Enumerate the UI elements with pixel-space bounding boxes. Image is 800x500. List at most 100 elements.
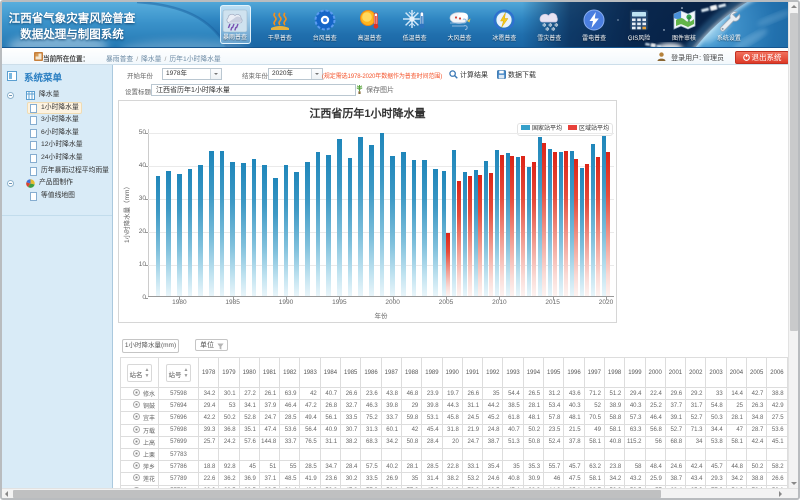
station-name-cell[interactable]: 万载 [121,424,159,436]
breadcrumb-item[interactable]: 降水量 [141,56,161,63]
calc-result-button[interactable]: 计算结果 [449,70,488,80]
tree-item-label[interactable]: 24小时降水量 [41,152,83,165]
nav-item-7[interactable]: 冰雹普查 [489,5,520,44]
table-header-cell[interactable]: 2003 [706,358,726,388]
logout-button[interactable]: 退出系统 [735,51,789,64]
table-row[interactable]: 莲花5778922.636.236.937.148.541.923.630.23… [121,473,794,485]
tree-item[interactable]: 6小时降水量 [2,127,113,140]
table-header-cell[interactable]: 1989 [422,358,442,388]
end-year-select[interactable]: 2020年 [268,68,323,80]
tree-item-label[interactable]: 3小时降水量 [41,114,79,127]
table-header-cell[interactable]: 1998 [604,358,624,388]
row-expand-icon[interactable] [133,438,140,445]
nav-item-2[interactable]: 干旱普查 [264,5,295,44]
horizontal-scrollbar[interactable] [2,488,798,498]
table-header-cell[interactable]: 1981 [259,358,279,388]
tree-item[interactable]: 1小时降水量 [2,102,113,115]
tree-item-label[interactable]: 12小时降水量 [41,139,83,152]
tree-item[interactable]: 24小时降水量 [2,152,113,165]
nav-item-3[interactable]: 台风普查 [309,5,340,44]
table-row[interactable]: 宜丰5769642.250.252.824.728.549.456.133.57… [121,412,794,424]
row-expand-icon[interactable] [133,401,140,408]
horizontal-scrollbar-thumb[interactable] [13,490,661,498]
row-expand-icon[interactable] [133,462,140,469]
tree-item[interactable]: 历年暴雨过程平均雨量 [2,165,113,178]
table-header-cell[interactable]: 2004 [726,358,746,388]
nav-item-6[interactable]: 大风普查 [444,5,475,44]
tree-item-label[interactable]: 等值线地图 [41,190,75,203]
tree-item-label[interactable]: 6小时降水量 [41,127,79,140]
breadcrumb-item[interactable]: 暴雨普查 [106,56,133,63]
chart-title-input[interactable]: 江西省历年1小时降水量 [151,84,356,96]
table-row[interactable]: 万载5769839.336.835.147.453.656.440.930.73… [121,424,794,436]
table-header-cell[interactable]: 1979 [219,358,239,388]
table-header-cell[interactable]: 站名▲▼ [121,358,159,388]
table-header-cell[interactable]: 1994 [523,358,543,388]
table-row[interactable]: 修水5759834.230.127.226.163.94240.726.623.… [121,388,794,400]
station-name-cell[interactable]: 莲花 [121,473,159,485]
table-header-cell[interactable]: 1993 [503,358,523,388]
tree-toggle-icon[interactable] [7,92,14,99]
nav-item-5[interactable]: 低温普查 [399,5,430,44]
breadcrumb-item[interactable]: 历年1小时降水量 [169,56,220,63]
table-row[interactable]: 上栗57783 [121,448,794,460]
tree-parent-label[interactable]: 产品图制作 [39,177,73,190]
tree-parent[interactable]: 降水量 [2,89,113,102]
nav-item-10[interactable]: GIS风险 [624,5,655,44]
tree-parent[interactable]: 产品图制作 [2,177,113,190]
table-header-cell[interactable]: 2006 [767,358,787,388]
tree-item-label[interactable]: 1小时降水量 [41,102,79,115]
table-header-cell[interactable]: 1980 [239,358,259,388]
scroll-right-icon[interactable] [779,491,782,497]
table-header-cell[interactable]: 1985 [341,358,361,388]
nav-item-8[interactable]: ❄❄❄❄❄雪灾普查 [534,5,565,44]
station-name-cell[interactable]: 上栗 [121,448,159,460]
nav-item-12[interactable]: 系统设置 [713,5,744,44]
tree-toggle-icon[interactable] [7,180,14,187]
table-header-cell[interactable]: 1990 [442,358,462,388]
tree-parent-label[interactable]: 降水量 [39,89,59,102]
nav-item-9[interactable]: 雷电普查 [579,5,610,44]
tree-item[interactable]: 3小时降水量 [2,114,113,127]
tree-item[interactable]: 等值线地图 [2,190,113,203]
nav-item-4[interactable]: 高温普查 [354,5,385,44]
unit-filter-dropdown[interactable]: 单位 - [195,339,228,351]
table-header-cell[interactable]: 1997 [584,358,604,388]
vertical-scrollbar[interactable] [788,2,798,488]
table-header-cell[interactable]: 1999 [625,358,645,388]
scroll-up-icon[interactable] [791,5,797,8]
table-header-cell[interactable]: 2000 [645,358,665,388]
row-expand-icon[interactable] [133,474,140,481]
table-header-cell[interactable]: 1995 [544,358,564,388]
save-image-button[interactable]: 保存图片 [355,85,394,95]
table-header-cell[interactable]: 1987 [381,358,401,388]
table-header-cell[interactable]: 1982 [280,358,300,388]
station-name-cell[interactable]: 萍乡 [121,461,159,473]
table-header-cell[interactable]: 1978 [199,358,219,388]
station-name-cell[interactable]: 宜丰 [121,412,159,424]
station-name-cell[interactable]: 上高 [121,436,159,448]
data-download-button[interactable]: 数据下载 [497,70,536,80]
row-expand-icon[interactable] [133,450,140,457]
tree-item[interactable]: 12小时降水量 [2,139,113,152]
row-expand-icon[interactable] [133,389,140,396]
table-header-cell[interactable]: 1988 [401,358,421,388]
table-row[interactable]: 萍乡5778618.892.845515528.534.728.457.540.… [121,461,794,473]
table-header-cell[interactable]: 2001 [665,358,685,388]
row-expand-icon[interactable] [133,413,140,420]
table-header-cell[interactable]: 2005 [747,358,767,388]
nav-item-1[interactable]: 暴雨普查 [220,5,251,44]
row-expand-icon[interactable] [133,426,140,433]
table-header-cell[interactable]: 1986 [361,358,381,388]
scroll-left-icon[interactable] [5,491,8,497]
station-name-cell[interactable]: 铜鼓 [121,400,159,412]
table-header-cell[interactable]: 1992 [483,358,503,388]
table-header-cell[interactable]: 1996 [564,358,584,388]
table-header-cell[interactable]: 1991 [462,358,482,388]
start-year-select[interactable]: 1978年 [162,68,222,80]
table-header-cell[interactable]: 1983 [300,358,320,388]
table-header-cell[interactable]: 2002 [686,358,706,388]
table-header-cell[interactable]: 1984 [320,358,340,388]
table-row[interactable]: 铜鼓5769429.45334.137.946.447.226.832.746.… [121,400,794,412]
nav-item-11[interactable]: 图件审核 [669,5,700,44]
